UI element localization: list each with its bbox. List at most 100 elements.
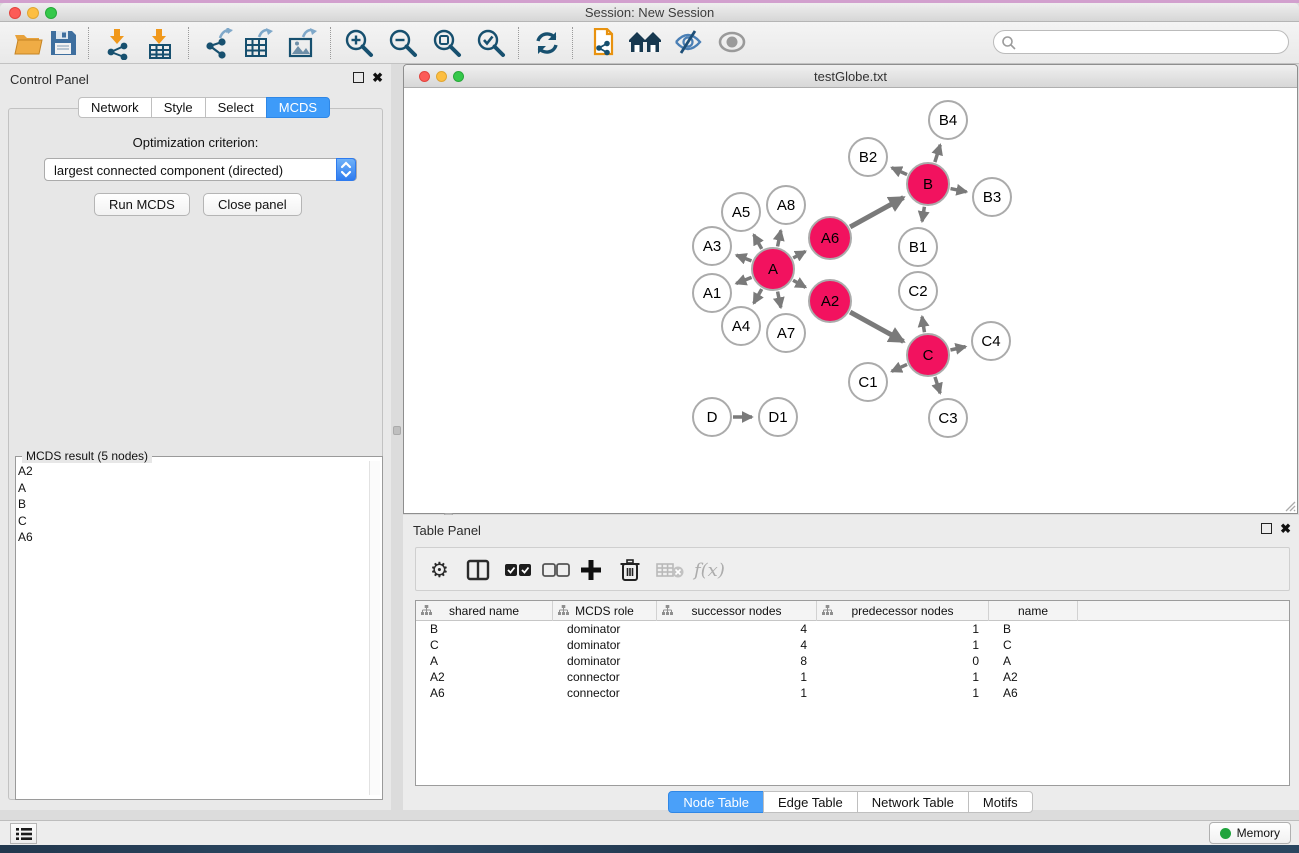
- column-header-name[interactable]: name: [989, 601, 1078, 621]
- tab-edge-table[interactable]: Edge Table: [763, 791, 858, 813]
- show-panel-icon[interactable]: [716, 28, 750, 58]
- edge-A-A4[interactable]: [754, 289, 762, 303]
- table-row[interactable]: Adominator80A: [416, 653, 1289, 669]
- zoom-fit-icon[interactable]: [432, 28, 466, 58]
- table-cell[interactable]: 4: [657, 621, 817, 637]
- column-header-predecessor-nodes[interactable]: predecessor nodes: [817, 601, 989, 621]
- tab-network[interactable]: Network: [78, 97, 152, 118]
- float-panel-icon[interactable]: [353, 72, 364, 83]
- edge-A-A3[interactable]: [736, 255, 751, 261]
- close-table-panel-icon[interactable]: ✖: [1280, 523, 1291, 534]
- add-row-icon[interactable]: [580, 556, 602, 584]
- network-window-titlebar[interactable]: testGlobe.txt: [404, 65, 1297, 88]
- refresh-icon[interactable]: [532, 28, 566, 58]
- edge-A-A5[interactable]: [754, 235, 762, 249]
- table-row[interactable]: Bdominator41B: [416, 621, 1289, 637]
- table-cell[interactable]: 1: [817, 685, 989, 701]
- run-mcds-button[interactable]: Run MCDS: [94, 193, 190, 216]
- table-cell[interactable]: B: [416, 621, 553, 637]
- table-cell[interactable]: dominator: [553, 637, 657, 653]
- tab-node-table[interactable]: Node Table: [668, 791, 764, 813]
- table-cell[interactable]: dominator: [553, 653, 657, 669]
- export-table-icon[interactable]: [242, 28, 276, 58]
- result-item[interactable]: A2: [18, 463, 33, 480]
- zoom-selected-icon[interactable]: [476, 28, 510, 58]
- table-cell[interactable]: A: [989, 653, 1078, 669]
- delete-table-icon[interactable]: [656, 556, 684, 584]
- tab-style[interactable]: Style: [151, 97, 206, 118]
- edge-A2-C[interactable]: [850, 312, 903, 341]
- share-session-icon[interactable]: [586, 28, 620, 58]
- edge-C-C2[interactable]: [922, 317, 924, 333]
- search-box[interactable]: [993, 30, 1289, 54]
- table-cell[interactable]: 1: [817, 669, 989, 685]
- delete-row-icon[interactable]: [619, 556, 641, 584]
- table-cell[interactable]: connector: [553, 669, 657, 685]
- edge-C-C3[interactable]: [935, 377, 940, 393]
- function-builder-icon[interactable]: f(x): [694, 556, 725, 584]
- result-item[interactable]: A: [18, 480, 33, 497]
- table-cell[interactable]: connector: [553, 685, 657, 701]
- optimization-criterion-dropdown[interactable]: largest connected component (directed): [44, 158, 357, 181]
- resize-grip-icon[interactable]: [1283, 499, 1296, 512]
- edge-A-A7[interactable]: [778, 292, 781, 308]
- tab-select[interactable]: Select: [205, 97, 267, 118]
- select-all-icon[interactable]: [504, 556, 532, 584]
- table-cell[interactable]: A6: [416, 685, 553, 701]
- result-scrollbar[interactable]: [369, 461, 380, 795]
- edge-B-B3[interactable]: [951, 189, 967, 192]
- edge-B-B1[interactable]: [922, 207, 924, 222]
- table-cell[interactable]: 8: [657, 653, 817, 669]
- close-panel-button[interactable]: Close panel: [203, 193, 302, 216]
- table-row[interactable]: A6connector11A6: [416, 685, 1289, 701]
- save-session-icon[interactable]: [48, 28, 82, 58]
- table-cell[interactable]: A6: [989, 685, 1078, 701]
- zoom-in-icon[interactable]: [344, 28, 378, 58]
- table-cell[interactable]: dominator: [553, 621, 657, 637]
- home-icon[interactable]: [628, 28, 662, 58]
- float-table-panel-icon[interactable]: [1261, 523, 1272, 534]
- vertical-splitter-handle[interactable]: [393, 426, 401, 435]
- search-input[interactable]: [1020, 32, 1280, 52]
- task-history-button[interactable]: [10, 823, 37, 844]
- table-row[interactable]: Cdominator41C: [416, 637, 1289, 653]
- column-header-shared-name[interactable]: shared name: [416, 601, 553, 621]
- table-cell[interactable]: A: [416, 653, 553, 669]
- table-cell[interactable]: 4: [657, 637, 817, 653]
- column-header-successor-nodes[interactable]: successor nodes: [657, 601, 817, 621]
- network-graph-canvas[interactable]: AA1A3A5A8A6A2A4A7BB1B2B3B4CC1C2C3C4DD1: [404, 88, 1297, 513]
- open-file-icon[interactable]: [12, 28, 46, 58]
- tab-network-table[interactable]: Network Table: [857, 791, 969, 813]
- edge-A-A2[interactable]: [793, 280, 806, 287]
- edge-B-B2[interactable]: [892, 168, 907, 175]
- deselect-all-icon[interactable]: [542, 556, 570, 584]
- hide-panel-icon[interactable]: [672, 28, 706, 58]
- column-header-MCDS-role[interactable]: MCDS role: [553, 601, 657, 621]
- table-cell[interactable]: A2: [416, 669, 553, 685]
- close-panel-icon[interactable]: ✖: [372, 72, 383, 83]
- mcds-result-list[interactable]: A2ABCA6: [18, 463, 33, 546]
- result-item[interactable]: C: [18, 513, 33, 530]
- table-cell[interactable]: C: [416, 637, 553, 653]
- import-table-icon[interactable]: [144, 28, 178, 58]
- table-cell[interactable]: 1: [817, 621, 989, 637]
- export-network-icon[interactable]: [202, 28, 236, 58]
- table-cell[interactable]: 1: [657, 685, 817, 701]
- table-row[interactable]: A2connector11A2: [416, 669, 1289, 685]
- node-table[interactable]: shared nameMCDS rolesuccessor nodesprede…: [415, 600, 1290, 786]
- zoom-out-icon[interactable]: [388, 28, 422, 58]
- table-cell[interactable]: 1: [657, 669, 817, 685]
- edge-A-A6[interactable]: [793, 251, 805, 258]
- table-cell[interactable]: 1: [817, 637, 989, 653]
- column-split-icon[interactable]: [466, 556, 490, 584]
- tab-motifs[interactable]: Motifs: [968, 791, 1033, 813]
- export-image-icon[interactable]: [286, 28, 320, 58]
- table-cell[interactable]: C: [989, 637, 1078, 653]
- edge-A6-B[interactable]: [850, 198, 903, 227]
- edge-B-B4[interactable]: [935, 145, 940, 162]
- tab-mcds[interactable]: MCDS: [266, 97, 330, 118]
- edge-C-C1[interactable]: [892, 364, 907, 371]
- edge-A-A8[interactable]: [778, 230, 781, 246]
- edge-A-A1[interactable]: [736, 277, 751, 283]
- result-item[interactable]: B: [18, 496, 33, 513]
